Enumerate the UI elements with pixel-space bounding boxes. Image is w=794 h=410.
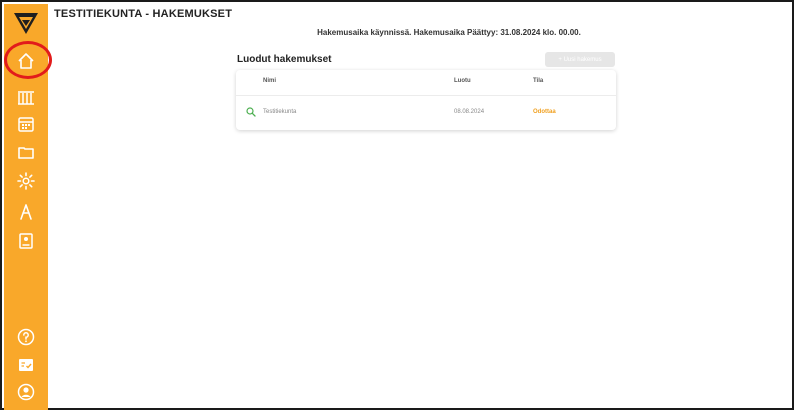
row-created: 08.08.2024	[454, 109, 485, 115]
id-card-icon[interactable]	[14, 230, 38, 252]
profile-icon[interactable]	[14, 381, 38, 403]
settings-icon[interactable]	[14, 170, 38, 192]
page-title: TESTITIEKUNTA - HAKEMUKSET	[54, 8, 233, 20]
app-frame: TESTITIEKUNTA - HAKEMUKSET Hakemusaika k…	[0, 0, 794, 410]
column-header-name[interactable]: Nimi	[263, 78, 276, 84]
application-period-notice: Hakemusaika käynnissä. Hakemusaika Päätt…	[317, 28, 581, 37]
calendar-icon[interactable]	[14, 113, 38, 135]
table-row[interactable]: Testitiekunta 08.08.2024 Odottaa	[236, 100, 616, 126]
row-name: Testitiekunta	[263, 109, 297, 115]
search-icon[interactable]	[246, 107, 256, 117]
checklist-icon[interactable]	[14, 354, 38, 376]
new-application-button[interactable]: + Uusi hakemus	[545, 52, 615, 67]
column-header-created[interactable]: Luotu	[454, 78, 471, 84]
bridge-icon[interactable]	[14, 86, 38, 108]
compass-icon[interactable]	[14, 201, 38, 223]
home-highlight-ring	[4, 41, 52, 79]
table-header: Nimi Luotu Tila	[236, 70, 616, 96]
section-title: Luodut hakemukset	[237, 54, 332, 65]
help-icon[interactable]	[14, 326, 38, 348]
folder-icon[interactable]	[14, 141, 38, 163]
applications-table: Nimi Luotu Tila Testitiekunta 08.08.2024…	[236, 70, 616, 130]
status-badge: Odottaa	[533, 109, 556, 115]
column-header-status[interactable]: Tila	[533, 78, 543, 84]
